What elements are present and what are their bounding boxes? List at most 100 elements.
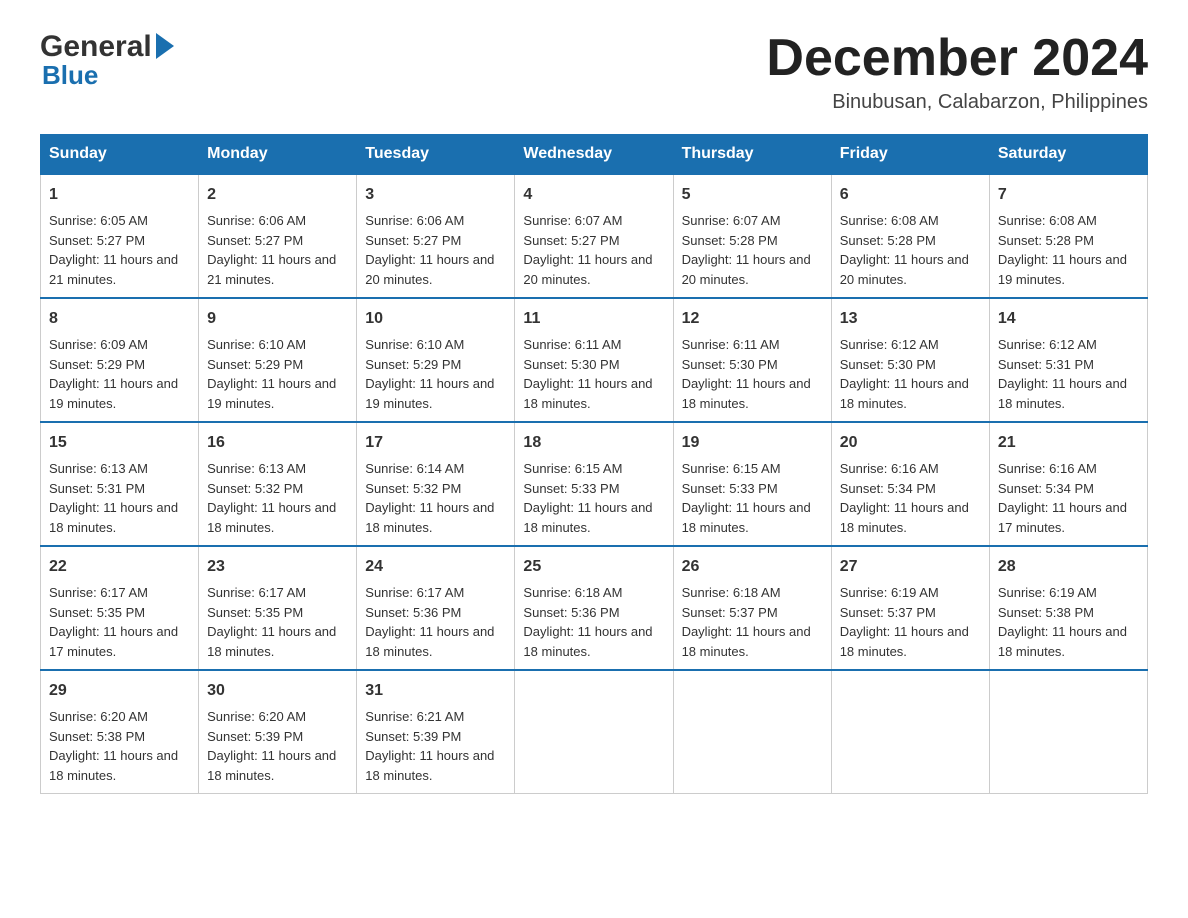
daylight-label: Daylight: 11 hours and 18 minutes. <box>207 500 336 535</box>
sunrise-label: Sunrise: 6:20 AM <box>207 709 306 724</box>
sunrise-label: Sunrise: 6:16 AM <box>840 461 939 476</box>
sunrise-label: Sunrise: 6:14 AM <box>365 461 464 476</box>
calendar-cell: 22 Sunrise: 6:17 AM Sunset: 5:35 PM Dayl… <box>41 546 199 670</box>
sunrise-label: Sunrise: 6:18 AM <box>682 585 781 600</box>
daylight-label: Daylight: 11 hours and 18 minutes. <box>523 500 652 535</box>
calendar-cell <box>989 670 1147 794</box>
title-block: December 2024 Binubusan, Calabarzon, Phi… <box>766 30 1148 114</box>
calendar-cell: 2 Sunrise: 6:06 AM Sunset: 5:27 PM Dayli… <box>199 174 357 298</box>
day-number: 11 <box>523 307 664 331</box>
header-friday: Friday <box>831 135 989 175</box>
day-number: 1 <box>49 183 190 207</box>
calendar-week-row-4: 22 Sunrise: 6:17 AM Sunset: 5:35 PM Dayl… <box>41 546 1148 670</box>
calendar-title: December 2024 <box>766 30 1148 87</box>
sunset-label: Sunset: 5:37 PM <box>682 605 778 620</box>
calendar-cell: 4 Sunrise: 6:07 AM Sunset: 5:27 PM Dayli… <box>515 174 673 298</box>
calendar-cell: 15 Sunrise: 6:13 AM Sunset: 5:31 PM Dayl… <box>41 422 199 546</box>
header-wednesday: Wednesday <box>515 135 673 175</box>
sunset-label: Sunset: 5:36 PM <box>523 605 619 620</box>
daylight-label: Daylight: 11 hours and 18 minutes. <box>682 624 811 659</box>
sunrise-label: Sunrise: 6:06 AM <box>365 213 464 228</box>
calendar-week-row-3: 15 Sunrise: 6:13 AM Sunset: 5:31 PM Dayl… <box>41 422 1148 546</box>
daylight-label: Daylight: 11 hours and 20 minutes. <box>840 252 969 287</box>
sunset-label: Sunset: 5:39 PM <box>207 729 303 744</box>
sunrise-label: Sunrise: 6:19 AM <box>840 585 939 600</box>
sunrise-label: Sunrise: 6:20 AM <box>49 709 148 724</box>
sunset-label: Sunset: 5:29 PM <box>207 357 303 372</box>
sunset-label: Sunset: 5:38 PM <box>49 729 145 744</box>
day-number: 24 <box>365 555 506 579</box>
day-number: 4 <box>523 183 664 207</box>
daylight-label: Daylight: 11 hours and 18 minutes. <box>207 624 336 659</box>
sunrise-label: Sunrise: 6:15 AM <box>523 461 622 476</box>
calendar-cell: 6 Sunrise: 6:08 AM Sunset: 5:28 PM Dayli… <box>831 174 989 298</box>
day-number: 19 <box>682 431 823 455</box>
daylight-label: Daylight: 11 hours and 18 minutes. <box>682 376 811 411</box>
daylight-label: Daylight: 11 hours and 18 minutes. <box>840 376 969 411</box>
daylight-label: Daylight: 11 hours and 18 minutes. <box>840 624 969 659</box>
sunrise-label: Sunrise: 6:13 AM <box>207 461 306 476</box>
daylight-label: Daylight: 11 hours and 20 minutes. <box>682 252 811 287</box>
daylight-label: Daylight: 11 hours and 18 minutes. <box>682 500 811 535</box>
calendar-header-row: Sunday Monday Tuesday Wednesday Thursday… <box>41 135 1148 175</box>
calendar-cell: 31 Sunrise: 6:21 AM Sunset: 5:39 PM Dayl… <box>357 670 515 794</box>
day-number: 7 <box>998 183 1139 207</box>
sunrise-label: Sunrise: 6:15 AM <box>682 461 781 476</box>
day-number: 10 <box>365 307 506 331</box>
calendar-week-row-1: 1 Sunrise: 6:05 AM Sunset: 5:27 PM Dayli… <box>41 174 1148 298</box>
calendar-table: Sunday Monday Tuesday Wednesday Thursday… <box>40 134 1148 794</box>
sunset-label: Sunset: 5:32 PM <box>365 481 461 496</box>
day-number: 28 <box>998 555 1139 579</box>
calendar-cell: 14 Sunrise: 6:12 AM Sunset: 5:31 PM Dayl… <box>989 298 1147 422</box>
calendar-cell: 20 Sunrise: 6:16 AM Sunset: 5:34 PM Dayl… <box>831 422 989 546</box>
calendar-cell: 3 Sunrise: 6:06 AM Sunset: 5:27 PM Dayli… <box>357 174 515 298</box>
daylight-label: Daylight: 11 hours and 18 minutes. <box>523 624 652 659</box>
calendar-cell: 9 Sunrise: 6:10 AM Sunset: 5:29 PM Dayli… <box>199 298 357 422</box>
day-number: 27 <box>840 555 981 579</box>
daylight-label: Daylight: 11 hours and 17 minutes. <box>998 500 1127 535</box>
calendar-cell: 26 Sunrise: 6:18 AM Sunset: 5:37 PM Dayl… <box>673 546 831 670</box>
day-number: 13 <box>840 307 981 331</box>
daylight-label: Daylight: 11 hours and 18 minutes. <box>523 376 652 411</box>
day-number: 9 <box>207 307 348 331</box>
calendar-cell: 11 Sunrise: 6:11 AM Sunset: 5:30 PM Dayl… <box>515 298 673 422</box>
sunset-label: Sunset: 5:33 PM <box>523 481 619 496</box>
sunset-label: Sunset: 5:34 PM <box>998 481 1094 496</box>
header-tuesday: Tuesday <box>357 135 515 175</box>
calendar-cell: 18 Sunrise: 6:15 AM Sunset: 5:33 PM Dayl… <box>515 422 673 546</box>
sunset-label: Sunset: 5:34 PM <box>840 481 936 496</box>
sunrise-label: Sunrise: 6:05 AM <box>49 213 148 228</box>
sunset-label: Sunset: 5:28 PM <box>998 233 1094 248</box>
day-number: 2 <box>207 183 348 207</box>
sunset-label: Sunset: 5:38 PM <box>998 605 1094 620</box>
sunset-label: Sunset: 5:27 PM <box>207 233 303 248</box>
day-number: 31 <box>365 679 506 703</box>
day-number: 30 <box>207 679 348 703</box>
day-number: 26 <box>682 555 823 579</box>
day-number: 16 <box>207 431 348 455</box>
calendar-cell: 16 Sunrise: 6:13 AM Sunset: 5:32 PM Dayl… <box>199 422 357 546</box>
calendar-cell: 19 Sunrise: 6:15 AM Sunset: 5:33 PM Dayl… <box>673 422 831 546</box>
daylight-label: Daylight: 11 hours and 20 minutes. <box>523 252 652 287</box>
daylight-label: Daylight: 11 hours and 18 minutes. <box>840 500 969 535</box>
calendar-cell: 7 Sunrise: 6:08 AM Sunset: 5:28 PM Dayli… <box>989 174 1147 298</box>
sunrise-label: Sunrise: 6:12 AM <box>840 337 939 352</box>
sunrise-label: Sunrise: 6:17 AM <box>365 585 464 600</box>
sunset-label: Sunset: 5:29 PM <box>365 357 461 372</box>
day-number: 22 <box>49 555 190 579</box>
day-number: 12 <box>682 307 823 331</box>
daylight-label: Daylight: 11 hours and 18 minutes. <box>49 748 178 783</box>
day-number: 6 <box>840 183 981 207</box>
logo-triangle-icon <box>156 33 174 64</box>
sunset-label: Sunset: 5:33 PM <box>682 481 778 496</box>
day-number: 23 <box>207 555 348 579</box>
day-number: 15 <box>49 431 190 455</box>
calendar-cell: 21 Sunrise: 6:16 AM Sunset: 5:34 PM Dayl… <box>989 422 1147 546</box>
daylight-label: Daylight: 11 hours and 18 minutes. <box>998 376 1127 411</box>
sunrise-label: Sunrise: 6:17 AM <box>49 585 148 600</box>
sunrise-label: Sunrise: 6:08 AM <box>998 213 1097 228</box>
page-header: General Blue December 2024 Binubusan, Ca… <box>40 30 1148 114</box>
daylight-label: Daylight: 11 hours and 19 minutes. <box>365 376 494 411</box>
daylight-label: Daylight: 11 hours and 19 minutes. <box>998 252 1127 287</box>
daylight-label: Daylight: 11 hours and 21 minutes. <box>49 252 178 287</box>
